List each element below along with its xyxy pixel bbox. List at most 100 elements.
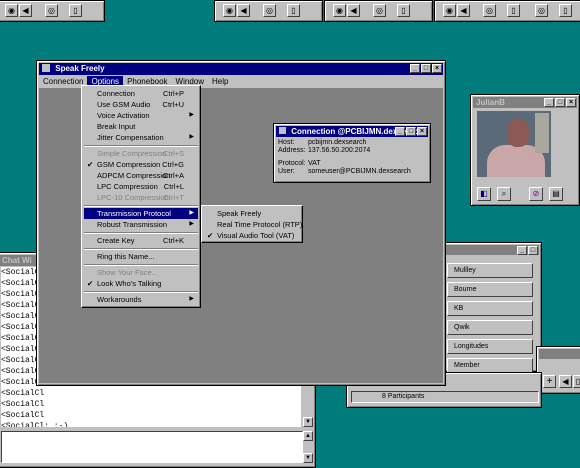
menu-item-label: Create Key <box>97 236 135 245</box>
mic-icon[interactable]: ◉ <box>443 4 456 17</box>
mic-icon[interactable]: ◉ <box>333 4 346 17</box>
menu-accelerator: Ctrl+A <box>162 171 184 180</box>
menu-accelerator: Ctrl+U <box>162 100 184 109</box>
options-menu-item[interactable]: Workarounds ▶ <box>84 294 198 305</box>
options-menu-item[interactable]: Break Input <box>84 121 198 132</box>
record-icon[interactable]: ◎ <box>263 4 276 17</box>
options-menu-item[interactable]: ADPCM Compression Ctrl+A <box>84 170 198 181</box>
page-icon[interactable]: ▯ <box>573 375 580 388</box>
speaker-icon[interactable]: ◀ <box>237 4 250 17</box>
chat-input-scrollbar[interactable]: ▲ ▼ <box>303 431 313 463</box>
scroll-up-arrow[interactable]: ▲ <box>303 431 313 441</box>
menu-accelerator: Ctrl+S <box>162 149 184 158</box>
page-icon[interactable]: ▯ <box>287 4 300 17</box>
minimize-button[interactable]: _ <box>517 246 527 255</box>
options-menu-item[interactable]: Ring this Name... <box>84 251 198 262</box>
minimize-button[interactable]: _ <box>395 127 405 136</box>
record-icon[interactable]: ◎ <box>45 4 58 17</box>
connection-value: pcbijmn.dexsearch <box>308 139 367 146</box>
speaker-icon[interactable]: ◀ <box>19 4 32 17</box>
mic-icon[interactable]: ◉ <box>223 4 236 17</box>
submenu-arrow-icon: ▶ <box>189 134 194 140</box>
submenu-arrow-icon: ▶ <box>189 296 194 302</box>
options-menu-item[interactable]: Connection Ctrl+P <box>84 88 198 99</box>
chat-input[interactable] <box>1 431 303 463</box>
menu-help[interactable]: Help <box>208 76 232 87</box>
options-menu-item[interactable]: Create Key Ctrl+K <box>84 235 198 246</box>
record-icon[interactable]: ◎ <box>483 4 496 17</box>
video-btn-1[interactable]: ◧ <box>477 187 491 201</box>
close-button[interactable]: × <box>566 98 576 107</box>
maximize-button[interactable]: □ <box>406 127 416 136</box>
participant-button[interactable]: KB <box>447 301 533 316</box>
menu-item-label: Transmission Protocol <box>97 209 171 218</box>
connection-icon <box>279 127 286 134</box>
options-menu-item[interactable]: Robust Transmission ▶ <box>84 219 198 230</box>
page-icon[interactable]: ▯ <box>507 4 520 17</box>
options-menu-item[interactable]: Jitter Compensation ▶ <box>84 132 198 143</box>
maximize-button[interactable]: □ <box>555 98 565 107</box>
close-button[interactable]: × <box>432 64 442 73</box>
participant-button[interactable]: Bourne <box>447 282 533 297</box>
video-btn-4[interactable]: ▤ <box>549 187 563 201</box>
main-title-text: Speak Freely <box>55 64 105 73</box>
plus-icon[interactable]: + <box>543 375 556 388</box>
connection-label: Protocol: <box>278 160 306 167</box>
page-icon[interactable]: ▯ <box>559 4 572 17</box>
chat-message: <SocialCl <box>1 400 45 409</box>
menu-item-label: Robust Transmission <box>97 220 168 229</box>
menu-separator <box>84 248 198 250</box>
video-window: JulianB _ □ × ◧ ⌕ ⊘ ▤ <box>470 94 580 206</box>
options-menu-item[interactable]: Look Who's Talking ✔ <box>84 278 198 289</box>
options-menu-item[interactable]: GSM Compression ✔ Ctrl+G <box>84 159 198 170</box>
options-menu: Connection Ctrl+P Use GSM Audio Ctrl+U Voice… <box>81 85 201 308</box>
minimize-button[interactable]: _ <box>544 98 554 107</box>
speaker-icon[interactable]: ◀ <box>559 375 572 388</box>
participant-button[interactable]: Member <box>447 358 533 373</box>
submenu-arrow-icon: ▶ <box>189 210 194 216</box>
connection-window: Connection @PCBIJMN.dexsearch _ □ × Host… <box>273 123 431 183</box>
participant-button[interactable]: Mullley <box>447 263 533 278</box>
audio-window-title <box>539 349 580 359</box>
options-menu-item[interactable]: Use GSM Audio Ctrl+U <box>84 99 198 110</box>
connection-label: Address: <box>278 147 306 154</box>
page-icon[interactable]: ▯ <box>69 4 82 17</box>
connection-row: Host: pcbijmn.dexsearch <box>278 139 426 147</box>
record-icon[interactable]: ◎ <box>373 4 386 17</box>
speaker-icon[interactable]: ◀ <box>457 4 470 17</box>
options-menu-item[interactable]: LPC Compression Ctrl+L <box>84 181 198 192</box>
connection-row: User: someuser@PCBIJMN.dexsearch <box>278 168 426 176</box>
close-button[interactable]: × <box>417 127 427 136</box>
participant-button[interactable]: Qwik <box>447 320 533 335</box>
options-menu-item[interactable]: Voice Activation ▶ <box>84 110 198 121</box>
video-feed <box>477 111 551 177</box>
protocol-menu-item[interactable]: Real Time Protocol (RTP) <box>204 219 302 230</box>
scroll-down-arrow[interactable]: ▼ <box>303 453 313 463</box>
protocol-menu-item[interactable]: Visual Audio Tool (VAT) ✔ <box>204 230 300 241</box>
speaker-icon[interactable]: ◀ <box>347 4 360 17</box>
video-person-head <box>507 119 529 147</box>
app-icon <box>42 64 50 72</box>
scroll-down-arrow[interactable]: ▼ <box>303 417 313 427</box>
video-btn-2[interactable]: ⌕ <box>497 187 511 201</box>
record-icon[interactable]: ◎ <box>535 4 548 17</box>
options-menu-item: Show Your Face... <box>84 267 198 278</box>
protocol-menu-item[interactable]: Speak Freely <box>204 208 300 219</box>
menu-item-label: LPC-10 Compression <box>97 193 169 202</box>
options-menu-item: LPC-10 Compression Ctrl+T <box>84 192 198 203</box>
menu-accelerator: Ctrl+G <box>162 160 184 169</box>
video-btn-3[interactable]: ⊘ <box>529 187 543 201</box>
maximize-button[interactable]: □ <box>528 246 538 255</box>
video-light <box>535 113 549 153</box>
chat-message: <SocialCl <box>1 411 45 420</box>
menu-item-label: Connection <box>97 89 135 98</box>
maximize-button[interactable]: □ <box>421 64 431 73</box>
options-menu-item[interactable]: Transmission Protocol ▶ <box>84 208 198 219</box>
participants-title: _ □ <box>443 245 539 255</box>
chat-title-text: Chat Wi <box>2 256 32 265</box>
page-icon[interactable]: ▯ <box>397 4 410 17</box>
menu-item-label: ADPCM Compression <box>97 171 171 180</box>
participant-button[interactable]: Longitudes <box>447 339 533 354</box>
minimize-button[interactable]: _ <box>410 64 420 73</box>
mic-icon[interactable]: ◉ <box>5 4 18 17</box>
